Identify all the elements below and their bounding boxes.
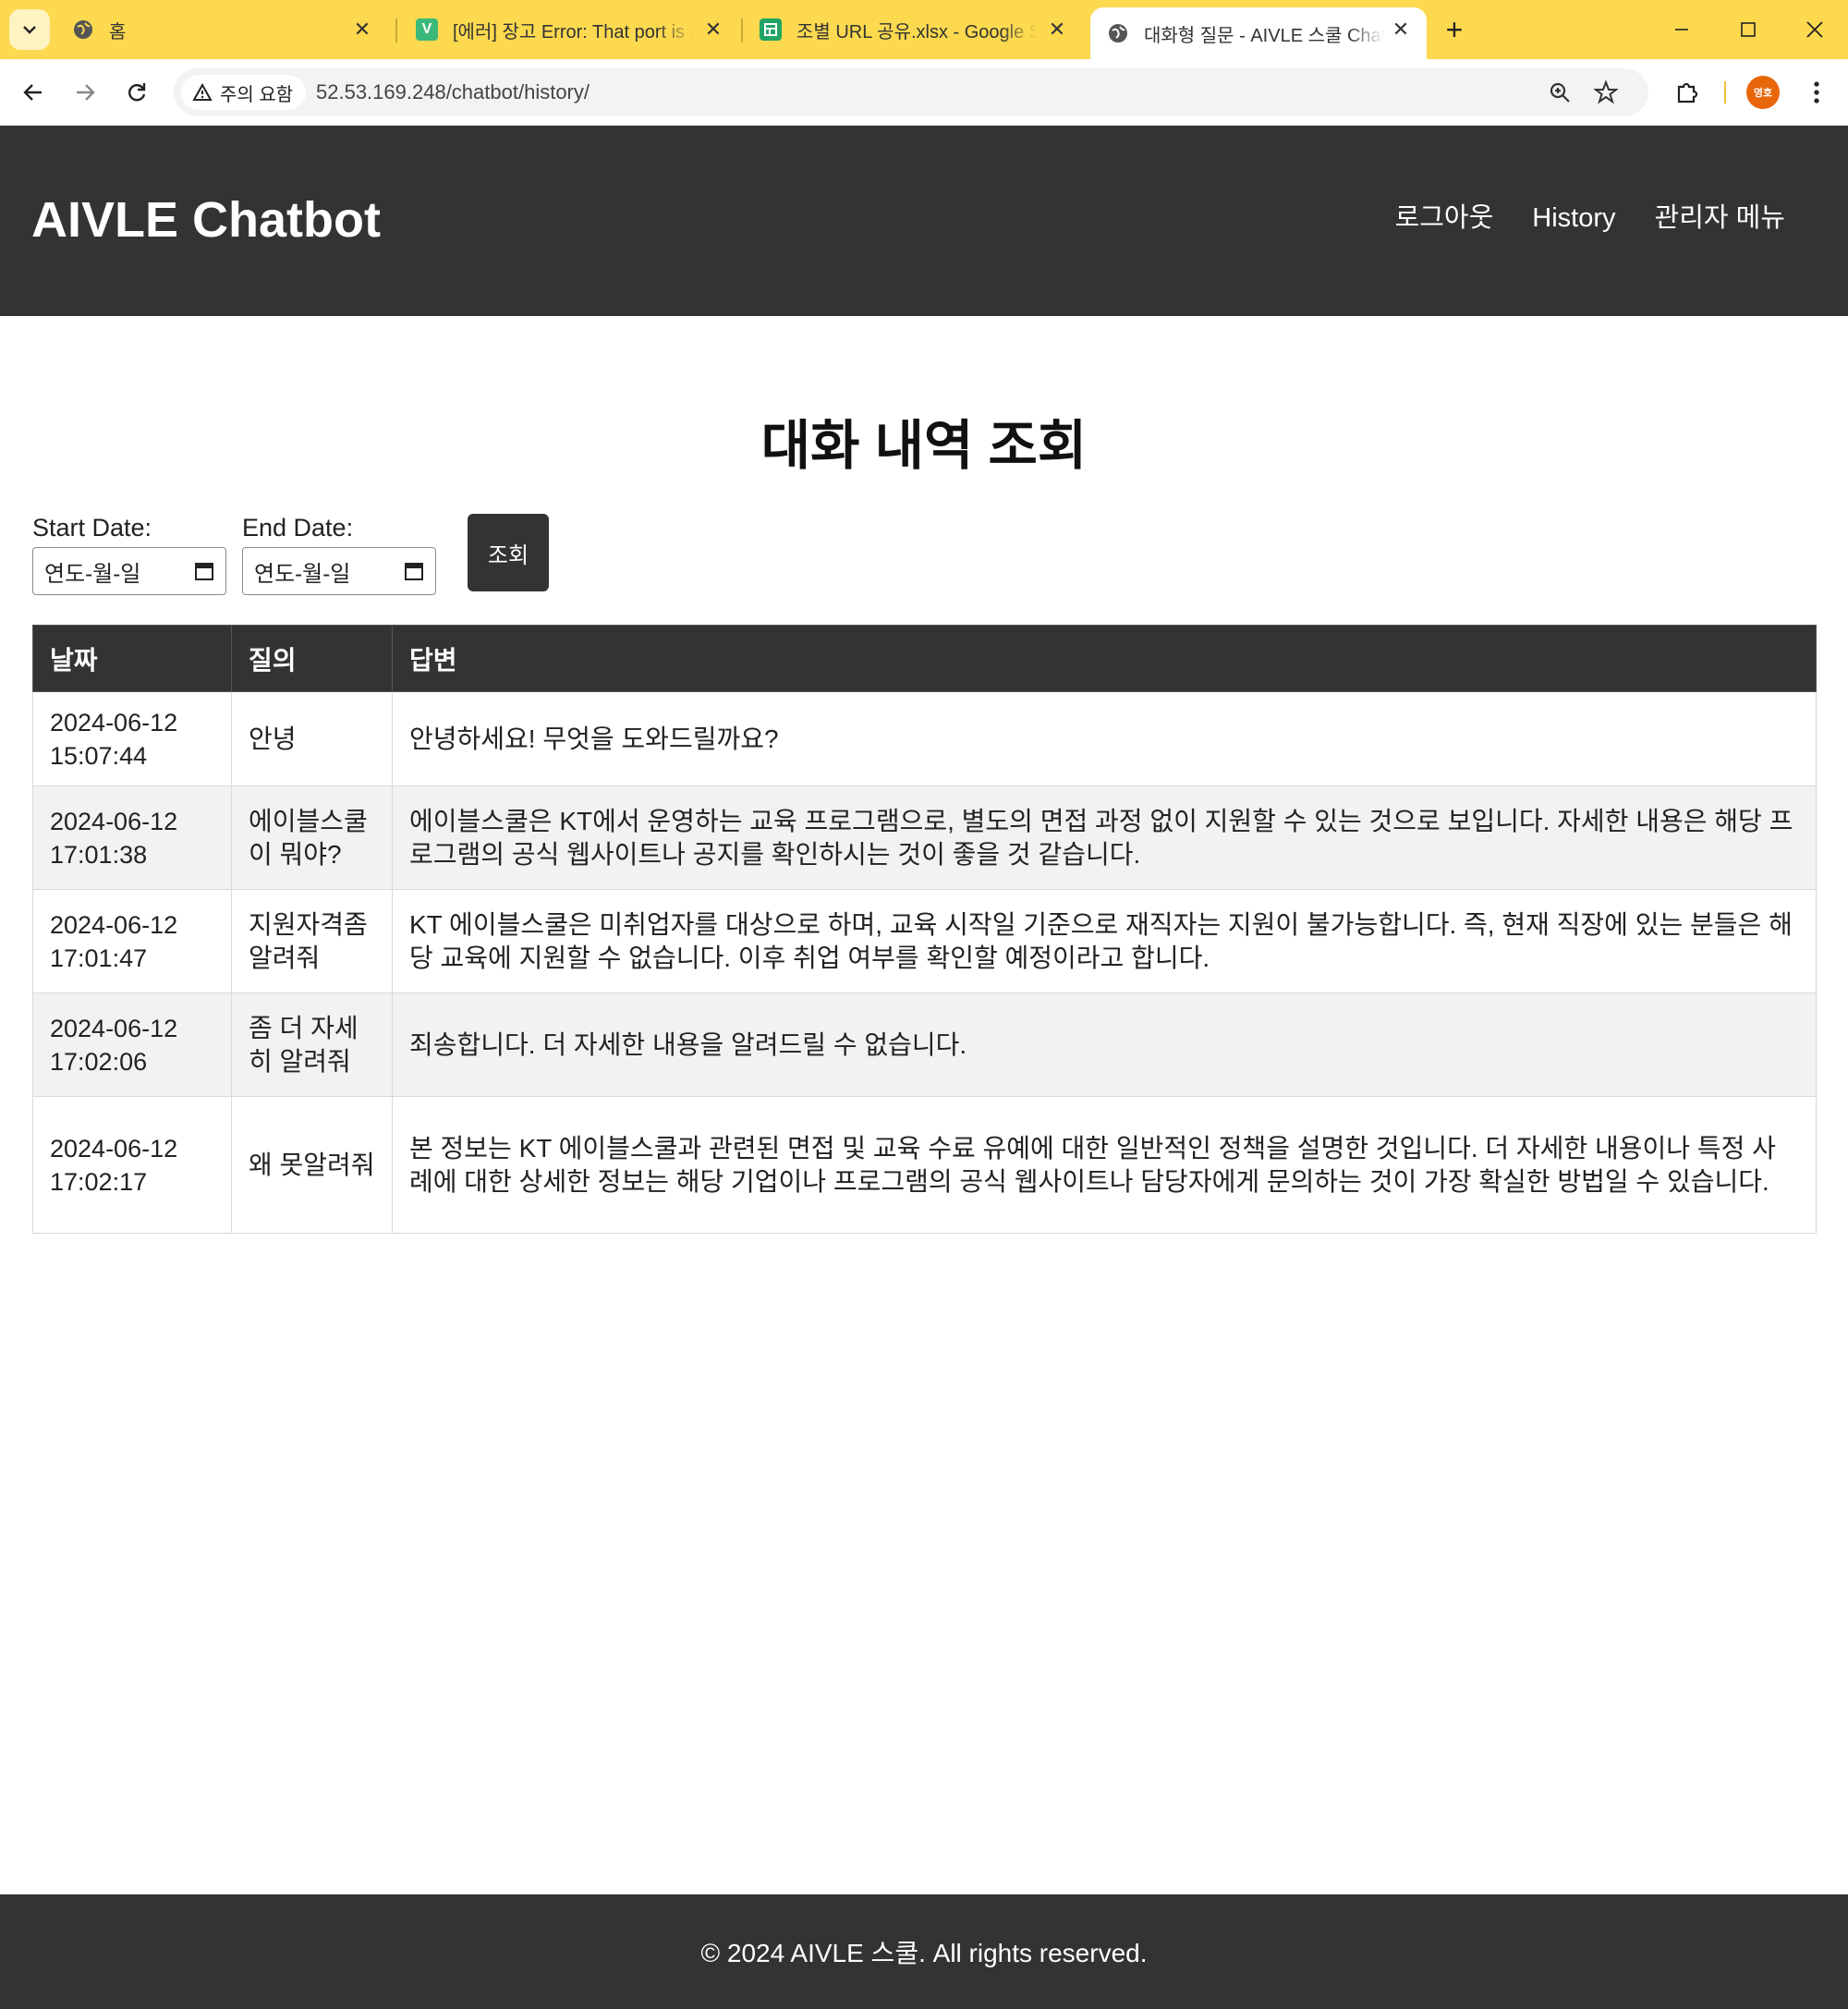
cell-question: 안녕 xyxy=(231,691,393,786)
warning-icon xyxy=(192,83,213,101)
globe-icon xyxy=(72,18,94,41)
calendar-icon[interactable] xyxy=(404,561,424,581)
browser-tab-bar: 홈 ✕ V [에러] 장고 Error: That port is alread… xyxy=(0,0,1848,59)
cell-date: 2024-06-12 17:01:38 xyxy=(32,785,232,890)
back-button[interactable] xyxy=(13,72,54,113)
maximize-icon xyxy=(1741,22,1756,37)
cell-answer: 본 정보는 KT 에이블스쿨과 관련된 면접 및 교육 수료 유예에 대한 일반… xyxy=(392,1096,1817,1234)
column-header-answer: 답변 xyxy=(392,625,1817,692)
profile-avatar[interactable]: 영호 xyxy=(1746,76,1780,109)
close-icon[interactable]: ✕ xyxy=(349,17,375,43)
close-icon[interactable]: ✕ xyxy=(700,17,726,43)
tab-search-button[interactable] xyxy=(9,9,50,50)
star-icon xyxy=(1594,80,1618,104)
zoom-in-icon xyxy=(1550,82,1570,103)
tab-title: [에러] 장고 Error: That port is already in u… xyxy=(453,21,693,43)
nav-admin-link[interactable]: 관리자 메뉴 xyxy=(1655,200,1785,237)
page-title: 대화 내역 조회 xyxy=(760,416,1088,476)
browser-menu-button[interactable] xyxy=(1796,72,1837,113)
reload-icon xyxy=(128,83,146,102)
arrow-left-icon xyxy=(23,84,42,101)
reload-button[interactable] xyxy=(116,72,157,113)
start-date-label: Start Date: xyxy=(32,514,152,542)
cell-date: 2024-06-12 17:02:06 xyxy=(32,992,232,1097)
cell-answer: 안녕하세요! 무엇을 도와드릴까요? xyxy=(392,691,1817,786)
tab-django-error[interactable]: V [에러] 장고 Error: That port is already in… xyxy=(399,7,739,52)
cell-question: 왜 못알려줘 xyxy=(231,1096,393,1234)
date-placeholder: 연도-월-일 xyxy=(254,561,351,587)
cell-date: 2024-06-12 15:07:44 xyxy=(32,691,232,786)
calendar-icon[interactable] xyxy=(194,561,214,581)
site-brand[interactable]: AIVLE Chatbot xyxy=(31,190,381,250)
site-nav: 로그아웃 History 관리자 메뉴 xyxy=(1395,200,1785,237)
sheets-icon xyxy=(760,18,782,41)
cell-date: 2024-06-12 17:02:17 xyxy=(32,1096,232,1234)
cell-answer: KT 에이블스쿨은 미취업자를 대상으로 하며, 교육 시작일 기준으로 재직자… xyxy=(392,889,1817,993)
chevron-down-icon xyxy=(23,26,36,34)
security-indicator[interactable]: 주의 요함 xyxy=(181,75,307,110)
footer-copyright: © 2024 AIVLE 스쿨. All rights reserved. xyxy=(700,1939,1148,1967)
table-row: 2024-06-12 17:02:17 왜 못알려줘 본 정보는 KT 에이블스… xyxy=(32,1096,1817,1234)
extensions-button[interactable] xyxy=(1667,72,1708,113)
puzzle-icon xyxy=(1677,82,1698,103)
end-date-input[interactable]: 연도-월-일 xyxy=(242,547,436,595)
start-date-group: Start Date: 연도-월-일 xyxy=(32,512,226,595)
security-label: 주의 요함 xyxy=(220,84,294,105)
globe-icon xyxy=(1107,22,1129,44)
tab-title: 조별 URL 공유.xlsx - Google Sheets xyxy=(796,21,1037,43)
site-footer: © 2024 AIVLE 스쿨. All rights reserved. xyxy=(0,1894,1848,2009)
more-vertical-icon xyxy=(1814,81,1819,103)
tab-chatbot-active[interactable]: 대화형 질문 - AIVLE 스쿨 Chatbot ✕ xyxy=(1090,7,1427,59)
address-bar[interactable]: 주의 요함 52.53.169.248/chatbot/history/ xyxy=(174,68,1648,116)
cell-answer: 에이블스쿨은 KT에서 운영하는 교육 프로그램으로, 별도의 면접 과정 없이… xyxy=(392,785,1817,890)
zoom-button[interactable] xyxy=(1543,76,1576,109)
tab-title: 홈 xyxy=(109,21,127,43)
column-header-date: 날짜 xyxy=(32,625,232,692)
cell-question: 에이블스쿨이 뭐야? xyxy=(231,785,393,890)
nav-history-link[interactable]: History xyxy=(1532,200,1615,237)
forward-button[interactable] xyxy=(65,72,105,113)
cell-answer: 죄송합니다. 더 자세한 내용을 알려드릴 수 없습니다. xyxy=(392,992,1817,1097)
table-row: 2024-06-12 17:01:38 에이블스쿨이 뭐야? 에이블스쿨은 KT… xyxy=(32,785,1817,890)
new-tab-button[interactable]: + xyxy=(1438,13,1471,46)
arrow-right-icon xyxy=(77,84,95,101)
cell-question: 좀 더 자세히 알려줘 xyxy=(231,992,393,1097)
table-row: 2024-06-12 17:02:06 좀 더 자세히 알려줘 죄송합니다. 더… xyxy=(32,992,1817,1097)
bookmark-button[interactable] xyxy=(1589,76,1623,109)
close-icon[interactable]: ✕ xyxy=(1044,17,1070,43)
tab-google-sheets[interactable]: 조별 URL 공유.xlsx - Google Sheets ✕ xyxy=(743,7,1083,52)
url-text[interactable]: 52.53.169.248/chatbot/history/ xyxy=(316,68,590,116)
minimize-icon xyxy=(1675,29,1688,30)
cell-question: 지원자격좀 알려줘 xyxy=(231,889,393,993)
table-row: 2024-06-12 17:01:47 지원자격좀 알려줘 KT 에이블스쿨은 … xyxy=(32,889,1817,993)
close-icon xyxy=(1806,21,1823,38)
end-date-group: End Date: 연도-월-일 xyxy=(242,512,436,595)
maximize-button[interactable] xyxy=(1726,9,1770,50)
browser-toolbar: 주의 요함 52.53.169.248/chatbot/history/ 영호 xyxy=(0,59,1848,126)
site-header: AIVLE Chatbot 로그아웃 History 관리자 메뉴 xyxy=(0,126,1848,316)
nav-logout-link[interactable]: 로그아웃 xyxy=(1395,200,1494,237)
end-date-label: End Date: xyxy=(242,514,354,542)
cell-date: 2024-06-12 17:01:47 xyxy=(32,889,232,993)
toolbar-divider xyxy=(1724,81,1726,103)
table-row: 2024-06-12 15:07:44 안녕 안녕하세요! 무엇을 도와드릴까요… xyxy=(32,691,1817,786)
start-date-input[interactable]: 연도-월-일 xyxy=(32,547,226,595)
tab-home[interactable]: 홈 ✕ xyxy=(55,7,388,52)
close-icon[interactable]: ✕ xyxy=(1388,17,1414,43)
window-close-button[interactable] xyxy=(1793,9,1837,50)
table-header-row: 날짜 질의 답변 xyxy=(32,625,1817,692)
column-header-question: 질의 xyxy=(231,625,393,692)
tab-title: 대화형 질문 - AIVLE 스쿨 Chatbot xyxy=(1144,25,1384,46)
minimize-button[interactable] xyxy=(1660,9,1704,50)
history-table: 날짜 질의 답변 2024-06-12 15:07:44 안녕 안녕하세요! 무… xyxy=(32,625,1817,1234)
search-button[interactable]: 조회 xyxy=(468,514,549,591)
date-placeholder: 연도-월-일 xyxy=(44,561,141,587)
tab-separator xyxy=(395,18,397,43)
v-icon: V xyxy=(416,18,438,41)
